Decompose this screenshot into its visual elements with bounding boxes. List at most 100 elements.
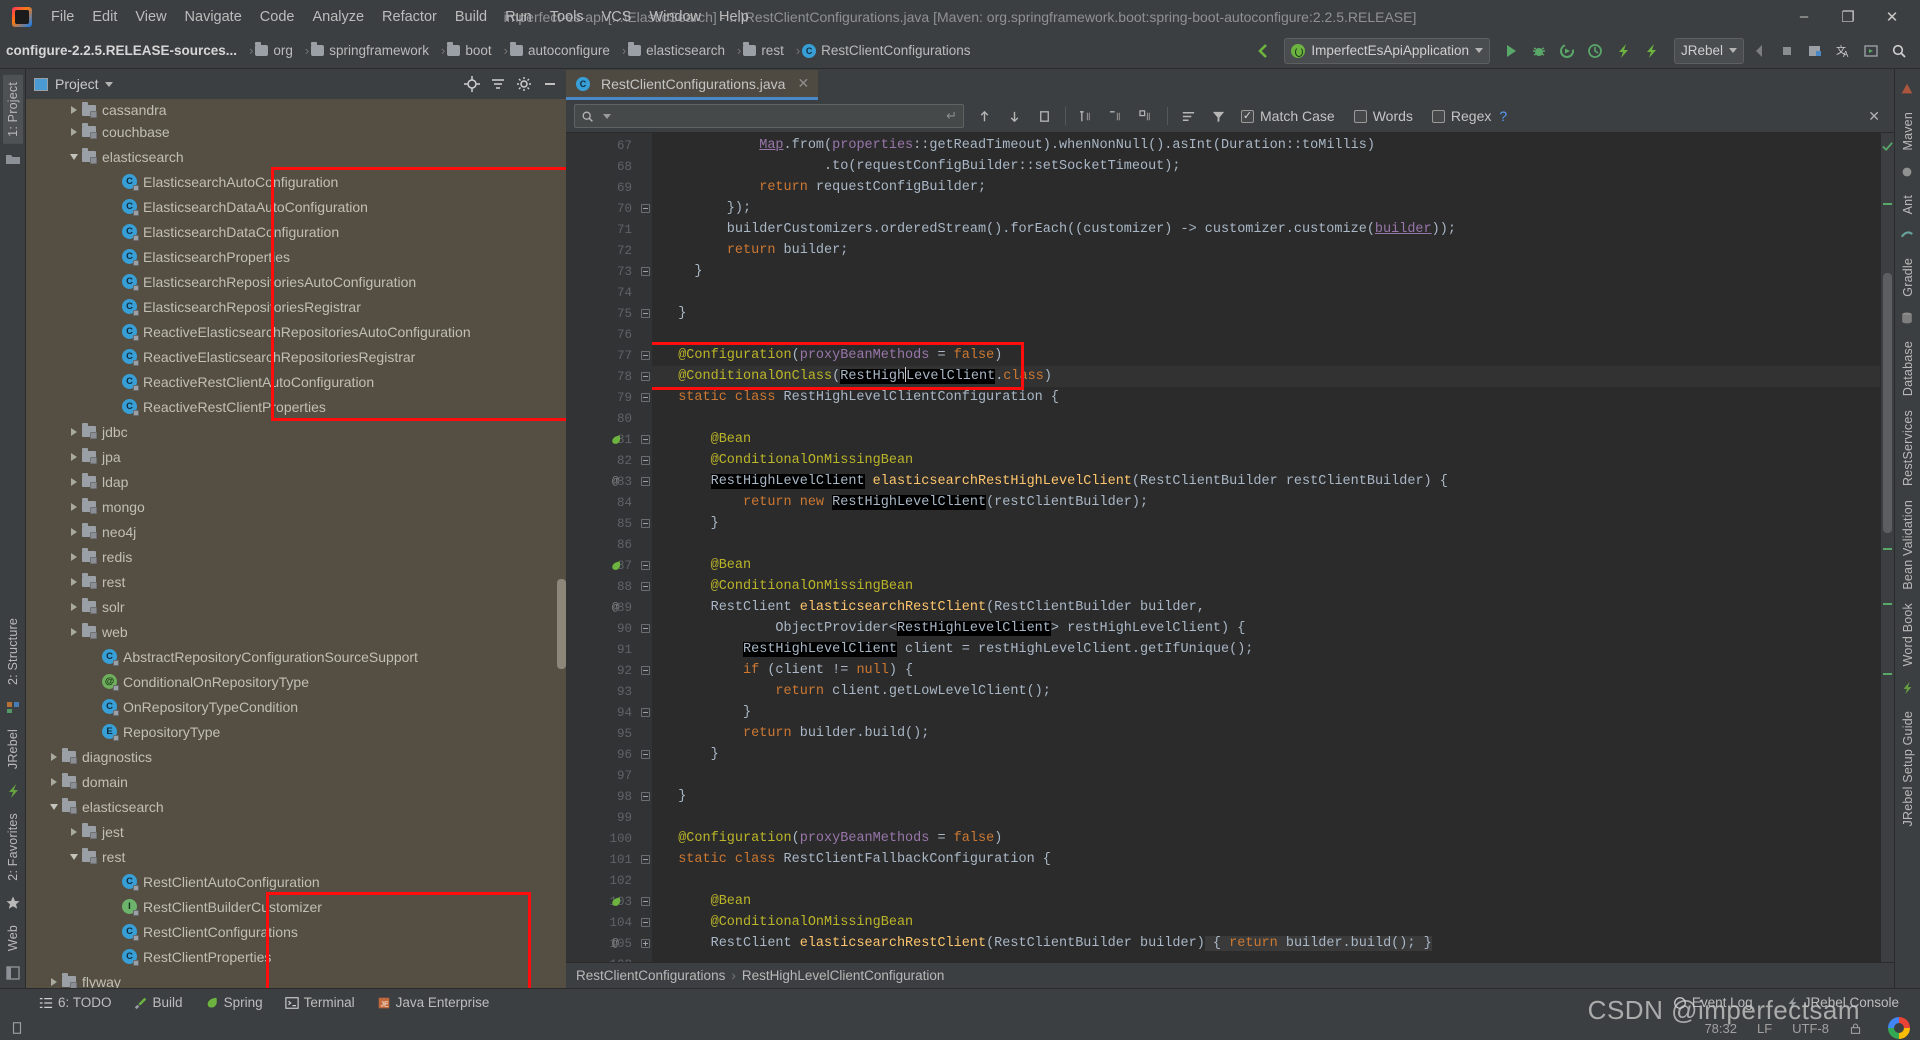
code-line[interactable]: @ConditionalOnMissingBean (652, 912, 1880, 933)
menu-item-file[interactable]: File (42, 6, 83, 28)
tree-item-solr[interactable]: solr (26, 594, 566, 619)
fold-collapse-icon[interactable] (640, 204, 650, 213)
chevron-right-icon[interactable] (71, 502, 77, 511)
fold-region[interactable] (638, 870, 652, 891)
chevron-right-icon[interactable] (51, 977, 57, 986)
tree-item-domain[interactable]: domain (26, 769, 566, 794)
code-line[interactable] (652, 954, 1880, 962)
fold-region[interactable] (638, 786, 652, 807)
code-line[interactable]: @Bean (652, 891, 1880, 912)
tree-item-onrepositorytypecondition[interactable]: C OnRepositoryTypeCondition (26, 694, 566, 719)
tree-item-reactiverestclientproperties[interactable]: C ReactiveRestClientProperties (26, 394, 566, 419)
tool-window-spring[interactable]: Spring (196, 993, 272, 1012)
collapse-all-icon[interactable] (490, 76, 506, 92)
tree-item-elasticsearchrepositoriesregistrar[interactable]: C ElasticsearchRepositoriesRegistrar (26, 294, 566, 319)
code-line[interactable]: .to(requestConfigBuilder::setSocketTimeo… (652, 156, 1880, 177)
error-stripe-gutter[interactable] (1880, 133, 1894, 962)
chevron-down-icon[interactable] (70, 853, 78, 860)
sidebar-item-database[interactable]: Database (1898, 334, 1918, 403)
tree-item-elasticsearchdataautoconfiguration[interactable]: C ElasticsearchDataAutoConfiguration (26, 194, 566, 219)
fold-region[interactable] (638, 933, 652, 954)
jrebel-debug-icon[interactable] (1638, 38, 1664, 64)
breadcrumb-item-1[interactable]: › org (241, 41, 297, 60)
chevron-down-icon[interactable] (70, 153, 78, 160)
sidebar-item-project[interactable]: 1: Project (2, 75, 23, 144)
sidebar-item-ant[interactable]: Ant (1898, 188, 1918, 221)
fold-region[interactable] (638, 345, 652, 366)
fold-collapse-icon[interactable] (640, 351, 650, 360)
menu-item-refactor[interactable]: Refactor (373, 6, 446, 28)
fold-region[interactable] (638, 135, 652, 156)
open-in-find-window-icon[interactable] (1175, 103, 1202, 129)
jrebel-icon[interactable] (5, 783, 21, 799)
sidebar-item-bean-validation[interactable]: Bean Validation (1898, 493, 1918, 597)
filter-icon[interactable] (1205, 103, 1232, 129)
code-line[interactable]: @ConditionalOnMissingBean (652, 450, 1880, 471)
file-encoding[interactable]: UTF-8 (1792, 1021, 1829, 1036)
menu-item-vcs[interactable]: VCS (593, 6, 641, 28)
chevron-right-icon[interactable] (71, 452, 77, 461)
fold-region[interactable] (638, 261, 652, 282)
code-line[interactable] (652, 807, 1880, 828)
find-next-icon[interactable] (1001, 103, 1028, 129)
editor-tab-restclientconfigurations[interactable]: C RestClientConfigurations.java ✕ (566, 70, 819, 100)
project-tree[interactable]: cassandra couchbase elasticsearch C Elastics… (26, 99, 566, 988)
annotation-gutter-marker[interactable]: @ (612, 938, 619, 950)
tool-window-terminal[interactable]: Terminal (276, 993, 364, 1012)
profile-icon[interactable] (1582, 38, 1608, 64)
tree-item-flyway[interactable]: flyway (26, 969, 566, 988)
fold-collapse-icon[interactable] (640, 855, 650, 864)
code-line[interactable]: return builder; (652, 240, 1880, 261)
lock-icon[interactable] (1849, 1022, 1862, 1035)
search-everywhere-icon[interactable] (1886, 38, 1912, 64)
chevron-right-icon[interactable] (71, 627, 77, 636)
maximize-button[interactable]: ❐ (1826, 2, 1870, 32)
breadcrumb-item-6[interactable]: › rest (729, 41, 788, 60)
sidebar-item-web[interactable]: Web (3, 918, 23, 958)
fold-region[interactable] (638, 576, 652, 597)
fold-expand-icon[interactable] (640, 939, 650, 948)
run-icon[interactable] (1498, 38, 1524, 64)
breadcrumb-item-2[interactable]: › springframework (297, 41, 433, 60)
fold-collapse-icon[interactable] (640, 477, 650, 486)
preview-icon[interactable] (1858, 38, 1884, 64)
fold-region[interactable] (638, 366, 652, 387)
tree-item-elasticsearchproperties[interactable]: C ElasticsearchProperties (26, 244, 566, 269)
chevron-right-icon[interactable] (71, 477, 77, 486)
sidebar-item-jrebel-setup-guide[interactable]: JRebel Setup Guide (1898, 704, 1918, 833)
chevron-right-icon[interactable] (51, 777, 57, 786)
fold-region[interactable] (638, 471, 652, 492)
sidebar-item-maven[interactable]: Maven (1898, 105, 1918, 158)
fold-region[interactable] (638, 744, 652, 765)
search-input[interactable]: ↵ (574, 104, 964, 128)
code-line[interactable]: return requestConfigBuilder; (652, 177, 1880, 198)
code-line[interactable] (652, 282, 1880, 303)
fold-collapse-icon[interactable] (640, 750, 650, 759)
tree-item-reactiveelasticsearchrepositoriesregistrar[interactable]: C ReactiveElasticsearchRepositoriesRegist… (26, 344, 566, 369)
spring-bean-gutter-icon[interactable] (610, 434, 622, 446)
chevron-right-icon[interactable] (71, 106, 77, 114)
chevron-right-icon[interactable] (71, 427, 77, 436)
tree-item-mongo[interactable]: mongo (26, 494, 566, 519)
stop-icon[interactable] (1774, 38, 1800, 64)
code-line[interactable]: @Configuration(proxyBeanMethods = false) (652, 345, 1880, 366)
code-line[interactable] (652, 765, 1880, 786)
tree-item-conditionalonrepositorytype[interactable]: @ ConditionalOnRepositoryType (26, 669, 566, 694)
fold-region[interactable] (638, 177, 652, 198)
spring-bean-gutter-icon[interactable] (610, 896, 622, 908)
chevron-right-icon[interactable] (71, 127, 77, 136)
help-icon[interactable]: ? (1499, 108, 1507, 124)
code-line[interactable]: return new RestHighLevelClient(restClien… (652, 492, 1880, 513)
tree-item-abstractrepositoryconfigurationsourcesupport[interactable]: C AbstractRepositoryConfigurationSourceSu… (26, 644, 566, 669)
code-line[interactable] (652, 408, 1880, 429)
code-line[interactable]: RestClient elasticsearchRestClient(RestC… (652, 933, 1880, 954)
breadcrumb-item-5[interactable]: › elasticsearch (614, 41, 729, 60)
code-line[interactable]: Map.from(properties::getReadTimeout).whe… (652, 135, 1880, 156)
fold-region[interactable] (638, 198, 652, 219)
fold-collapse-icon[interactable] (640, 897, 650, 906)
multiline-toggle-icon[interactable]: ↵ (946, 108, 957, 124)
fold-region[interactable] (638, 702, 652, 723)
chevron-right-icon[interactable] (51, 752, 57, 761)
tree-item-elasticsearchautoconfiguration[interactable]: C ElasticsearchAutoConfiguration (26, 169, 566, 194)
code-line[interactable]: @Bean (652, 555, 1880, 576)
